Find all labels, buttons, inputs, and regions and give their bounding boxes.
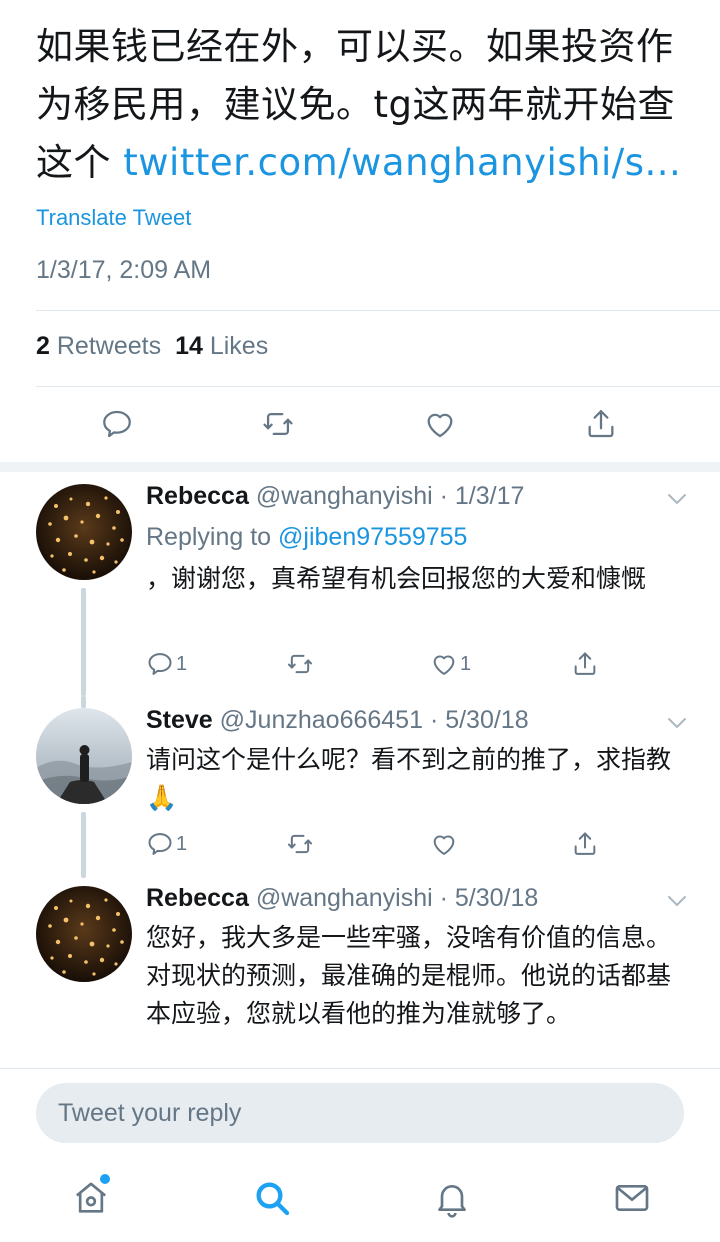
share-icon <box>574 652 596 675</box>
author-name[interactable]: Rebecca <box>146 482 249 510</box>
notification-dot <box>100 1174 110 1184</box>
reply-icon <box>103 410 131 438</box>
reply-count: 1 <box>176 832 188 855</box>
avatar[interactable] <box>36 708 132 804</box>
tab-notifications[interactable] <box>430 1176 474 1220</box>
section-divider <box>0 462 720 472</box>
retweet-icon <box>287 834 313 854</box>
retweet-button[interactable] <box>286 830 314 858</box>
search-icon <box>256 1182 290 1216</box>
tweet-timestamp: 1/3/17, 2:09 AM <box>36 256 212 284</box>
reply-icon <box>148 833 172 855</box>
like-button[interactable] <box>430 830 458 858</box>
thread-line <box>81 588 86 696</box>
home-icon <box>75 1182 107 1213</box>
tweet-text: 如果钱已经在外，可以买。如果投资作为移民用，建议免。tg这两年就开始查这个 tw… <box>36 18 696 192</box>
heart-icon <box>427 413 453 438</box>
reply-button[interactable] <box>97 404 137 444</box>
thread-line <box>81 696 86 708</box>
heart-icon <box>433 835 455 855</box>
tweet-action-bar <box>0 400 720 450</box>
likes-label[interactable]: Likes <box>210 332 268 360</box>
likes-count: 14 <box>175 332 203 360</box>
retweet-button[interactable] <box>286 650 314 678</box>
avatar[interactable] <box>36 886 132 982</box>
reply-button[interactable]: 1 <box>146 830 187 858</box>
main-tweet: 如果钱已经在外，可以买。如果投资作为移民用，建议免。tg这两年就开始查这个 tw… <box>36 18 696 192</box>
retweet-icon <box>287 654 313 674</box>
divider <box>36 386 720 387</box>
share-button[interactable] <box>571 830 599 858</box>
divider <box>36 310 720 311</box>
replying-to: Replying to @jiben97559755 <box>146 523 467 552</box>
reply-header: Rebecca @wanghanyishi · 1/3/17 <box>146 482 524 511</box>
tweet-reply-input[interactable]: Tweet your reply <box>36 1083 684 1143</box>
translate-tweet-link[interactable]: Translate Tweet <box>36 205 191 231</box>
like-count: 1 <box>460 652 472 675</box>
mail-icon <box>615 1185 649 1211</box>
avatar[interactable] <box>36 484 132 580</box>
author-meta: @wanghanyishi · 5/30/18 <box>255 884 539 912</box>
reply-count: 1 <box>176 652 188 675</box>
retweet-icon <box>263 412 293 436</box>
bottom-tab-bar <box>0 1160 720 1242</box>
reply-icon <box>148 653 172 675</box>
reply-button[interactable]: 1 <box>146 650 187 678</box>
reply-text: 您好，我大多是一些牢骚，没啥有价值的信息。对现状的预测，最准确的是棍师。他说的话… <box>146 923 672 1028</box>
retweet-button[interactable] <box>258 404 298 444</box>
bell-icon <box>438 1185 466 1218</box>
share-icon <box>574 832 596 855</box>
share-button[interactable] <box>571 650 599 678</box>
reply-text: 请问这个是什么呢？看不到之前的推了，求指教🙏 <box>146 745 672 812</box>
retweets-label[interactable]: Retweets <box>57 332 161 360</box>
reply-composer: Tweet your reply <box>0 1068 720 1156</box>
share-button[interactable] <box>581 404 621 444</box>
tab-messages[interactable] <box>610 1176 654 1220</box>
author-name[interactable]: Rebecca <box>146 884 249 912</box>
author-name[interactable]: Steve <box>146 706 213 734</box>
tweet-link[interactable]: twitter.com/wanghanyishi/s... <box>123 141 681 184</box>
author-meta: @wanghanyishi · 1/3/17 <box>255 482 525 510</box>
retweets-count: 2 <box>36 332 50 360</box>
author-meta: @Junzhao666451 · 5/30/18 <box>219 706 529 734</box>
reply-text: ，谢谢您，真希望有机会回报您的大爱和慷慨 <box>146 564 647 593</box>
heart-icon <box>433 655 455 675</box>
chevron-down-icon[interactable] <box>666 492 688 506</box>
replying-handle[interactable]: @jiben97559755 <box>278 523 467 551</box>
like-button[interactable] <box>420 404 460 444</box>
tweet-stats: 2 Retweets 14 Likes <box>36 332 268 361</box>
share-icon <box>588 410 614 438</box>
reply-header: Rebecca @wanghanyishi · 5/30/18 <box>146 884 538 913</box>
reply-header: Steve @Junzhao666451 · 5/30/18 <box>146 706 529 735</box>
chevron-down-icon[interactable] <box>666 894 688 908</box>
reply-action-bar: 1 1 <box>146 650 646 682</box>
like-button[interactable]: 1 <box>430 650 471 678</box>
thread-line <box>81 812 86 878</box>
tab-search[interactable] <box>250 1176 294 1220</box>
replying-prefix: Replying to <box>146 523 272 551</box>
reply-action-bar: 1 <box>146 830 646 862</box>
chevron-down-icon[interactable] <box>666 716 688 730</box>
